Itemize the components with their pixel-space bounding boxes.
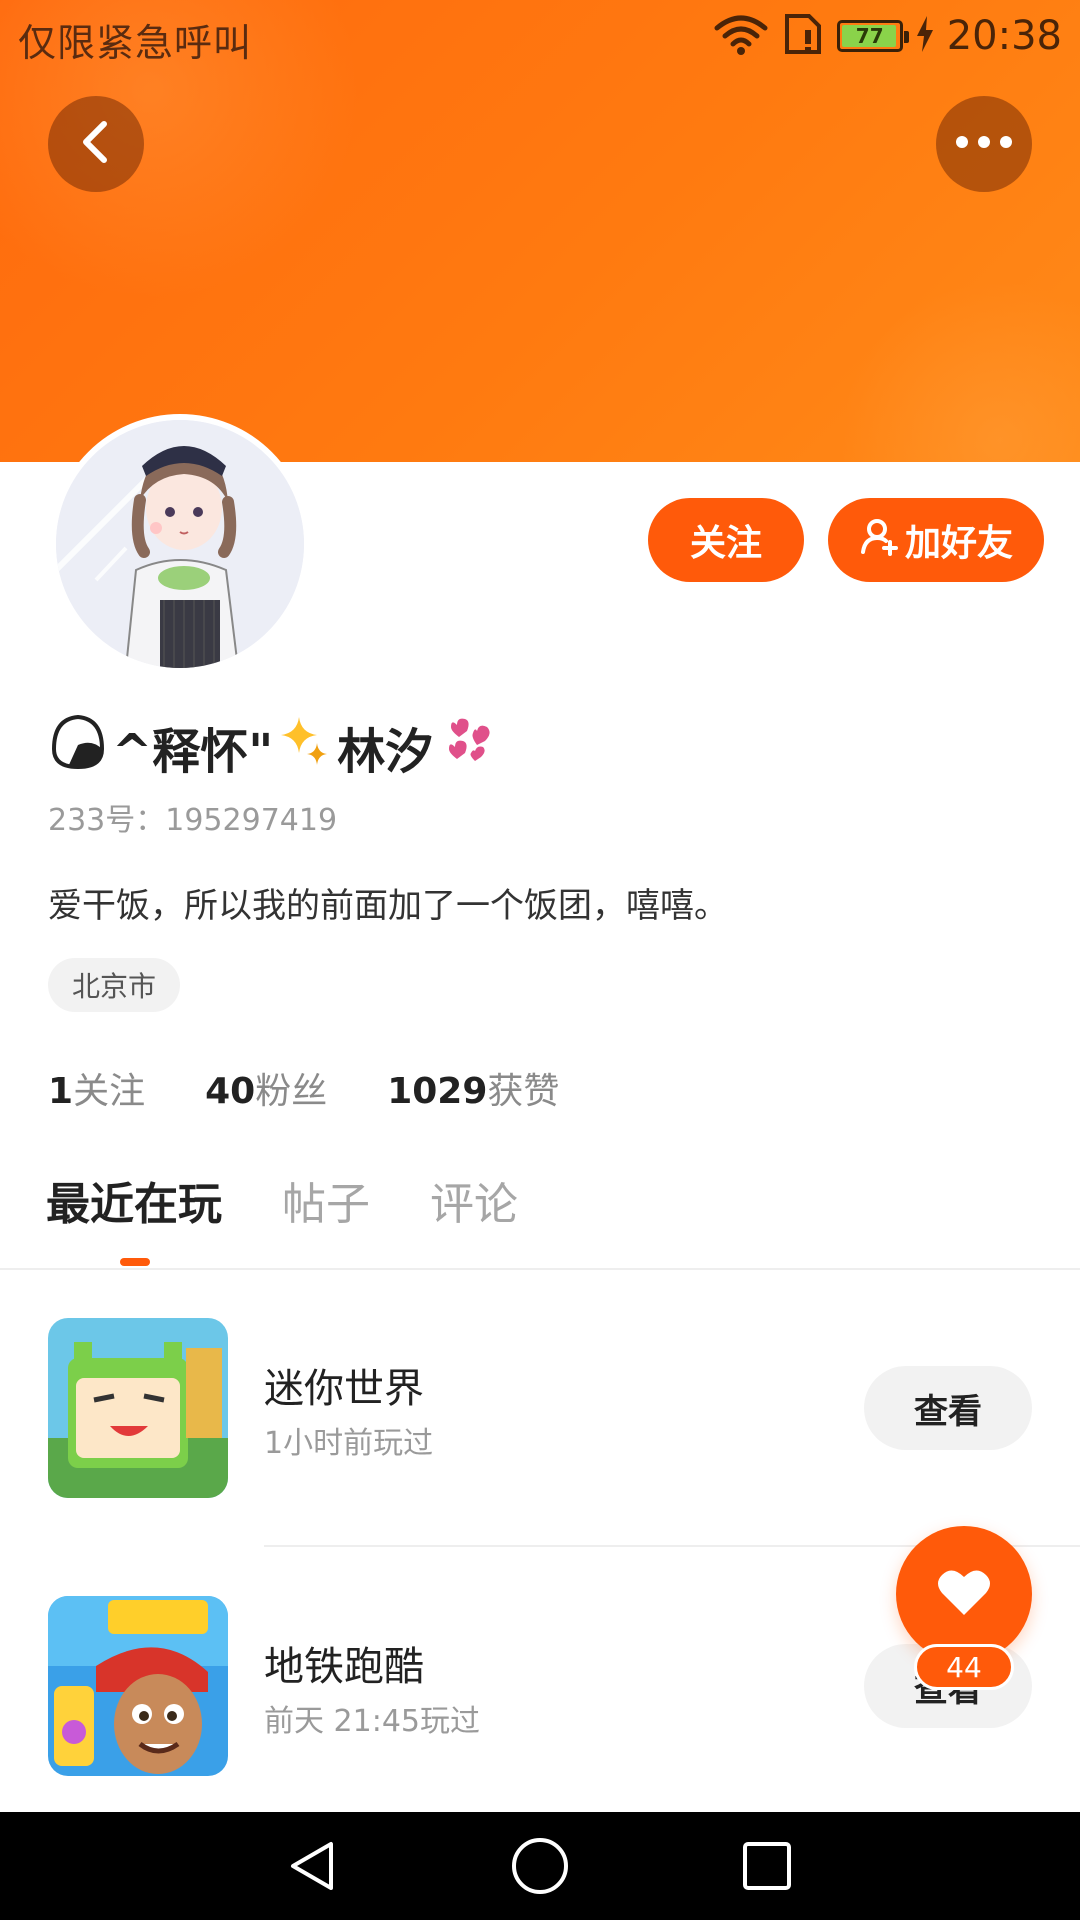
likes-label: 获赞 bbox=[487, 1071, 560, 1112]
nav-back-icon[interactable] bbox=[273, 1826, 353, 1906]
add-friend-button[interactable]: 加好友 bbox=[828, 498, 1044, 582]
more-options-button[interactable] bbox=[936, 96, 1032, 192]
carrier-text: 仅限紧急呼叫 bbox=[18, 21, 253, 65]
sim-icon bbox=[783, 12, 823, 60]
wifi-icon bbox=[713, 12, 769, 60]
active-tab-indicator bbox=[120, 1258, 150, 1266]
avatar[interactable] bbox=[50, 414, 310, 674]
follow-button-label: 关注 bbox=[689, 523, 762, 564]
nickname: ^释怀" 林汐 bbox=[48, 712, 497, 782]
stats-row: 1关注 40粉丝 1029获赞 bbox=[48, 1058, 559, 1118]
battery-level: 77 bbox=[855, 24, 884, 48]
likes-count: 1029 bbox=[387, 1071, 488, 1112]
add-friend-button-label: 加好友 bbox=[904, 523, 1013, 564]
nav-recent-icon[interactable] bbox=[727, 1826, 807, 1906]
view-game-button[interactable]: 查看 bbox=[864, 1366, 1032, 1450]
game-icon-subway-surfers bbox=[48, 1596, 228, 1776]
content-tabs: 最近在玩 帖子 评论 bbox=[46, 1168, 518, 1240]
clock: 20:38 bbox=[946, 13, 1062, 59]
likes-stat[interactable]: 1029获赞 bbox=[387, 1062, 559, 1114]
fans-count: 40 bbox=[205, 1071, 256, 1112]
back-button[interactable] bbox=[48, 96, 144, 192]
location-tag: 北京市 bbox=[48, 958, 181, 1012]
tab-comments[interactable]: 评论 bbox=[430, 1168, 518, 1240]
following-count: 1 bbox=[48, 1071, 74, 1112]
game-name: 地铁跑酷 bbox=[264, 1644, 424, 1690]
hearts-icon bbox=[437, 711, 497, 783]
following-stat[interactable]: 1关注 bbox=[48, 1062, 145, 1114]
add-user-icon bbox=[859, 516, 899, 565]
charging-icon bbox=[916, 16, 933, 56]
chevron-left-icon bbox=[76, 118, 116, 170]
heart-icon bbox=[936, 1567, 992, 1621]
status-bar: 仅限紧急呼叫 77 20:38 bbox=[0, 0, 1080, 74]
nickname-suffix: 林汐 bbox=[337, 724, 434, 780]
tab-divider bbox=[0, 1268, 1080, 1270]
like-button[interactable] bbox=[896, 1526, 1032, 1662]
nickname-prefix: ^释怀" bbox=[112, 724, 274, 780]
game-last-played: 1小时前玩过 bbox=[264, 1426, 434, 1461]
tab-posts[interactable]: 帖子 bbox=[282, 1168, 370, 1240]
rice-ball-icon bbox=[48, 711, 108, 783]
game-name: 迷你世界 bbox=[264, 1366, 424, 1412]
follow-button[interactable]: 关注 bbox=[648, 498, 804, 582]
following-label: 关注 bbox=[73, 1071, 146, 1112]
fans-label: 粉丝 bbox=[255, 1071, 328, 1112]
bio: 爱干饭，所以我的前面加了一个饭团，嘻嘻。 bbox=[48, 886, 728, 926]
avatar-image bbox=[56, 420, 304, 668]
sparkle-icon bbox=[277, 713, 333, 781]
user-id: 233号：195297419 bbox=[48, 803, 338, 838]
like-count-badge: 44 bbox=[914, 1644, 1014, 1690]
system-nav-bar bbox=[0, 1812, 1080, 1920]
game-last-played: 前天 21:45玩过 bbox=[264, 1704, 480, 1739]
more-dots-icon bbox=[954, 134, 1014, 154]
battery-icon: 77 bbox=[836, 20, 909, 52]
game-icon-mini-world bbox=[48, 1318, 228, 1498]
nav-home-icon[interactable] bbox=[500, 1826, 580, 1906]
tab-recently-played[interactable]: 最近在玩 bbox=[46, 1168, 222, 1240]
fans-stat[interactable]: 40粉丝 bbox=[205, 1062, 327, 1114]
game-list-item[interactable]: 迷你世界 1小时前玩过 查看 bbox=[0, 1318, 1080, 1498]
